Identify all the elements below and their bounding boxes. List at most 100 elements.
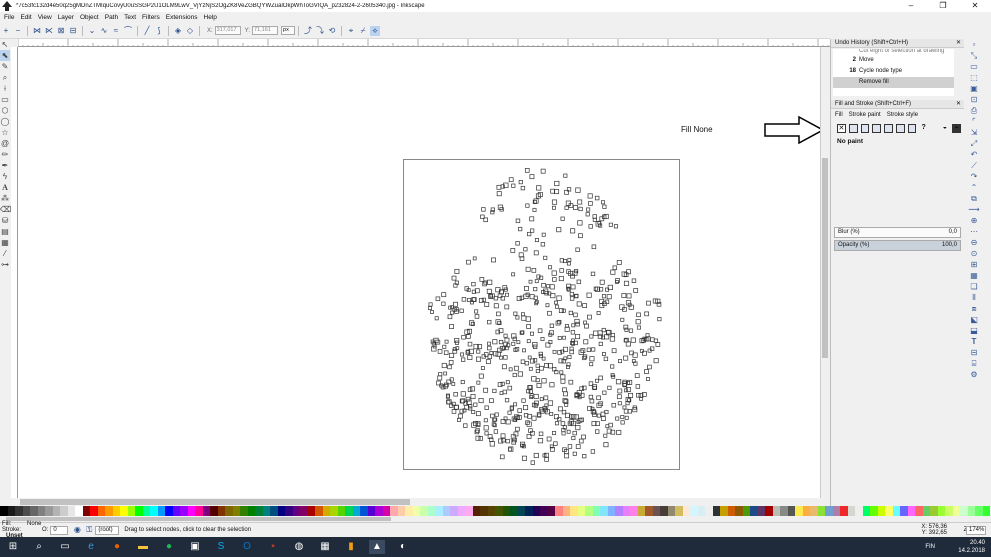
- path-node[interactable]: [565, 200, 571, 206]
- horizontal-scrollbar[interactable]: [18, 498, 820, 506]
- path-node[interactable]: [635, 384, 641, 389]
- path-node[interactable]: [586, 207, 591, 212]
- palette-swatch[interactable]: [112, 506, 120, 516]
- path-node[interactable]: [470, 386, 476, 392]
- text-font-icon[interactable]: T: [968, 336, 980, 347]
- palette-swatch[interactable]: [765, 506, 773, 516]
- path-node[interactable]: [466, 334, 471, 339]
- path-node[interactable]: [531, 415, 537, 421]
- palette-swatch[interactable]: [472, 506, 480, 516]
- palette-swatch[interactable]: [315, 506, 323, 516]
- close-icon[interactable]: ✕: [956, 39, 961, 48]
- path-node[interactable]: [469, 320, 475, 326]
- path-node[interactable]: [460, 391, 466, 397]
- show-transform-handles-icon[interactable]: ⌖: [346, 26, 356, 36]
- path-node[interactable]: [451, 275, 457, 281]
- auto-smooth-icon[interactable]: ⌒: [123, 26, 133, 36]
- scroll-thumb[interactable]: [822, 158, 828, 358]
- path-node[interactable]: [573, 312, 578, 318]
- linear-gradient-icon[interactable]: [860, 123, 870, 133]
- pattern-icon[interactable]: [895, 123, 905, 133]
- opacity-value[interactable]: 100,0: [942, 241, 957, 250]
- palette-swatch[interactable]: [150, 506, 158, 516]
- path-node[interactable]: [571, 323, 576, 328]
- path-node[interactable]: [547, 400, 554, 406]
- palette-swatch[interactable]: [412, 506, 420, 516]
- palette-swatch[interactable]: [780, 506, 788, 516]
- path-node[interactable]: [619, 304, 625, 310]
- path-node[interactable]: [568, 310, 573, 316]
- opacity-status-input[interactable]: 0: [50, 525, 69, 535]
- path-node[interactable]: [493, 429, 499, 434]
- path-node[interactable]: [443, 371, 448, 376]
- smooth-node-icon[interactable]: ∿: [99, 26, 109, 36]
- palette-swatch[interactable]: [802, 506, 810, 516]
- palette-swatch[interactable]: [675, 506, 683, 516]
- path-node[interactable]: [578, 233, 583, 239]
- palette-swatch[interactable]: [135, 506, 143, 516]
- palette-swatch[interactable]: [757, 506, 765, 516]
- path-node[interactable]: [490, 413, 495, 419]
- path-node[interactable]: [570, 228, 576, 234]
- path-node[interactable]: [487, 279, 493, 285]
- path-node[interactable]: [529, 358, 535, 364]
- path-node[interactable]: [491, 422, 496, 427]
- path-node[interactable]: [552, 349, 557, 354]
- path-node[interactable]: [556, 295, 562, 301]
- path-node[interactable]: [572, 270, 578, 276]
- path-node[interactable]: [516, 340, 521, 345]
- palette-swatch[interactable]: [7, 506, 15, 516]
- path-node[interactable]: [445, 394, 450, 399]
- palette-swatch[interactable]: [547, 506, 555, 516]
- palette-swatch[interactable]: [435, 506, 443, 516]
- path-node[interactable]: [457, 418, 461, 422]
- path-node[interactable]: [557, 406, 563, 412]
- fill-rule-nonzero-icon[interactable]: ◓: [952, 123, 961, 133]
- path-node[interactable]: [505, 419, 511, 425]
- path-node[interactable]: [525, 266, 531, 272]
- path-node[interactable]: [541, 378, 547, 384]
- radial-gradient-icon[interactable]: [872, 123, 881, 133]
- menu-object[interactable]: Object: [80, 14, 99, 21]
- palette-swatch[interactable]: [120, 506, 128, 516]
- path-node[interactable]: [492, 388, 497, 393]
- path-node[interactable]: [498, 339, 504, 345]
- path-node[interactable]: [549, 412, 554, 416]
- path-node[interactable]: [521, 315, 527, 321]
- skype-icon[interactable]: S: [213, 540, 229, 554]
- path-node[interactable]: [536, 185, 542, 191]
- path-node[interactable]: [552, 205, 556, 210]
- path-node[interactable]: [577, 220, 583, 226]
- path-node[interactable]: [595, 429, 600, 434]
- path-node[interactable]: [644, 369, 649, 374]
- path-node[interactable]: [497, 293, 503, 299]
- undo-history-list[interactable]: Cut eight of selection at drawing 2 Move …: [833, 49, 954, 96]
- palette-swatch[interactable]: [607, 506, 615, 516]
- input-language[interactable]: FIN: [925, 543, 935, 551]
- path-node[interactable]: [552, 277, 557, 282]
- path-node[interactable]: [517, 408, 522, 413]
- palette-swatch[interactable]: [712, 506, 720, 516]
- path-node[interactable]: [484, 302, 490, 307]
- path-node[interactable]: [543, 395, 549, 401]
- palette-swatch[interactable]: [900, 506, 908, 516]
- path-node[interactable]: [562, 398, 568, 404]
- path-node[interactable]: [480, 366, 485, 370]
- palette-swatch[interactable]: [645, 506, 653, 516]
- path-node[interactable]: [562, 335, 566, 340]
- path-node[interactable]: [618, 359, 622, 364]
- symmetric-node-icon[interactable]: ≈: [111, 26, 121, 36]
- drawing-canvas[interactable]: Fill None: [18, 47, 820, 498]
- path-node[interactable]: [575, 425, 581, 431]
- join-nodes-icon[interactable]: ⋈: [32, 26, 42, 36]
- delete-segment-icon[interactable]: ⊟: [68, 26, 78, 36]
- path-node[interactable]: [536, 383, 542, 388]
- zoom-input[interactable]: 174%: [966, 526, 986, 535]
- palette-swatch[interactable]: [637, 506, 645, 516]
- path-node[interactable]: [535, 363, 540, 368]
- path-node[interactable]: [467, 354, 473, 360]
- path-node[interactable]: [437, 349, 443, 354]
- path-node[interactable]: [646, 377, 650, 381]
- path-node[interactable]: [608, 422, 613, 428]
- firefox-icon[interactable]: ●: [109, 540, 125, 554]
